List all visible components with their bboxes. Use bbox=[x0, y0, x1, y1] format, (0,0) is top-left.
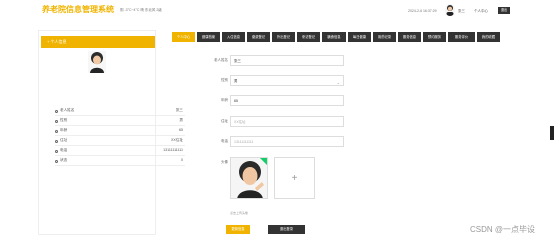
plus-icon: + bbox=[291, 173, 298, 184]
profile-info-label: 电话 bbox=[60, 148, 68, 152]
logout-button[interactable]: 退出登录 bbox=[268, 225, 305, 234]
weather-info: 阴 -3°C~4°C 晴 东北风 2级 bbox=[120, 8, 162, 12]
profile-side-panel: + 个人信息 老人姓名 张三性别 男年龄 65 住址 XX住址电话 13111111111 状… bbox=[38, 30, 185, 235]
tab-item[interactable]: 缴费登记 bbox=[247, 32, 270, 42]
upload-success-badge bbox=[260, 158, 267, 165]
uploaded-avatar[interactable] bbox=[230, 157, 268, 199]
gender-select-value: 男 bbox=[234, 79, 238, 83]
row-divider bbox=[55, 165, 185, 166]
row-divider bbox=[55, 155, 185, 156]
avatar-label: 头像 bbox=[221, 160, 228, 164]
tab-item[interactable]: 每日健康 bbox=[348, 32, 371, 42]
bullet-icon bbox=[55, 119, 58, 123]
profile-info-row: 状态 0 bbox=[55, 158, 183, 165]
avatar-photo-icon bbox=[446, 5, 454, 16]
phone-label: 电话 bbox=[221, 139, 228, 143]
row-divider bbox=[55, 115, 185, 116]
avatar-photo-icon bbox=[88, 51, 106, 73]
side-panel-title: + 个人信息 bbox=[41, 36, 155, 48]
top-header: 养老院信息管理系统 阴 -3°C~4°C 晴 东北风 2级 2024-2-6 1… bbox=[0, 0, 554, 20]
current-datetime: 2024-2-6 16:37:29 bbox=[408, 9, 437, 13]
scrollbar-thumb[interactable] bbox=[550, 126, 554, 140]
name-label: 老人姓名 bbox=[214, 58, 228, 62]
tab-item[interactable]: 个人中心 bbox=[172, 32, 195, 42]
profile-avatar bbox=[88, 51, 106, 73]
tab-item[interactable]: 来访登记 bbox=[297, 32, 320, 42]
bullet-icon bbox=[55, 129, 58, 133]
bullet-icon bbox=[55, 159, 58, 163]
user-avatar[interactable] bbox=[445, 4, 455, 16]
upload-add-button[interactable]: + bbox=[274, 157, 315, 199]
tab-item[interactable]: 用药记录 bbox=[373, 32, 396, 42]
tab-item[interactable]: 服务信息 bbox=[398, 32, 421, 42]
row-divider bbox=[55, 135, 185, 136]
profile-info-value: 0 bbox=[181, 158, 183, 162]
tab-item[interactable]: 我的收藏 bbox=[477, 32, 500, 42]
age-input[interactable]: 65 bbox=[230, 95, 344, 106]
profile-info-value: XX住址 bbox=[171, 138, 183, 142]
tab-item[interactable]: 服务评价 bbox=[448, 32, 475, 42]
address-label: 住址 bbox=[221, 119, 228, 123]
profile-info-row: 住址 XX住址 bbox=[55, 138, 183, 145]
watermark: CSDN @一点毕设 bbox=[470, 225, 536, 234]
header-logout-button[interactable]: 退出 bbox=[498, 7, 510, 14]
profile-info-label: 老人姓名 bbox=[60, 108, 75, 112]
profile-info-row: 电话 13111111111 bbox=[55, 148, 183, 155]
phone-input[interactable]: 13111111111 bbox=[230, 136, 344, 147]
profile-info-value: 13111111111 bbox=[163, 148, 183, 152]
personal-center-link[interactable]: 个人中心 bbox=[474, 9, 488, 14]
profile-info-label: 性别 bbox=[60, 118, 68, 122]
update-info-button[interactable]: 更新信息 bbox=[226, 225, 250, 234]
tab-item[interactable]: 健康档案 bbox=[197, 32, 220, 42]
profile-info-value: 张三 bbox=[175, 108, 183, 112]
tab-item[interactable]: 膳食信息 bbox=[322, 32, 346, 42]
gender-select[interactable]: 男 ⌄ bbox=[230, 75, 344, 86]
profile-info-row: 性别 男 bbox=[55, 118, 183, 125]
address-input[interactable]: XX住址 bbox=[230, 116, 344, 127]
profile-info-row: 年龄 65 bbox=[55, 128, 183, 135]
upload-tip: 点击上传头像 bbox=[230, 211, 249, 215]
profile-info-row: 老人姓名 张三 bbox=[55, 108, 183, 115]
row-divider bbox=[55, 125, 185, 126]
row-divider bbox=[55, 145, 185, 146]
gender-label: 性别 bbox=[221, 78, 228, 82]
profile-info-label: 状态 bbox=[60, 158, 68, 162]
tab-item[interactable]: 外出登记 bbox=[272, 32, 295, 42]
profile-info-label: 年龄 bbox=[60, 128, 68, 132]
tab-item[interactable]: 入住信息 bbox=[222, 32, 245, 42]
bullet-icon bbox=[55, 149, 58, 153]
profile-info-label: 住址 bbox=[60, 138, 68, 142]
side-panel-title-text: 个人信息 bbox=[50, 39, 67, 44]
top-username[interactable]: 张三 bbox=[458, 9, 465, 14]
bullet-icon bbox=[55, 139, 58, 143]
age-label: 年龄 bbox=[221, 98, 228, 102]
tab-item[interactable]: 预约服务 bbox=[423, 32, 446, 42]
profile-info-value: 65 bbox=[179, 128, 183, 132]
bullet-icon bbox=[55, 109, 58, 113]
profile-info-value: 男 bbox=[179, 118, 183, 122]
chevron-down-icon: ⌄ bbox=[336, 80, 340, 85]
name-input[interactable]: 张三 bbox=[230, 55, 344, 66]
app-logo[interactable]: 养老院信息管理系统 bbox=[42, 4, 114, 15]
